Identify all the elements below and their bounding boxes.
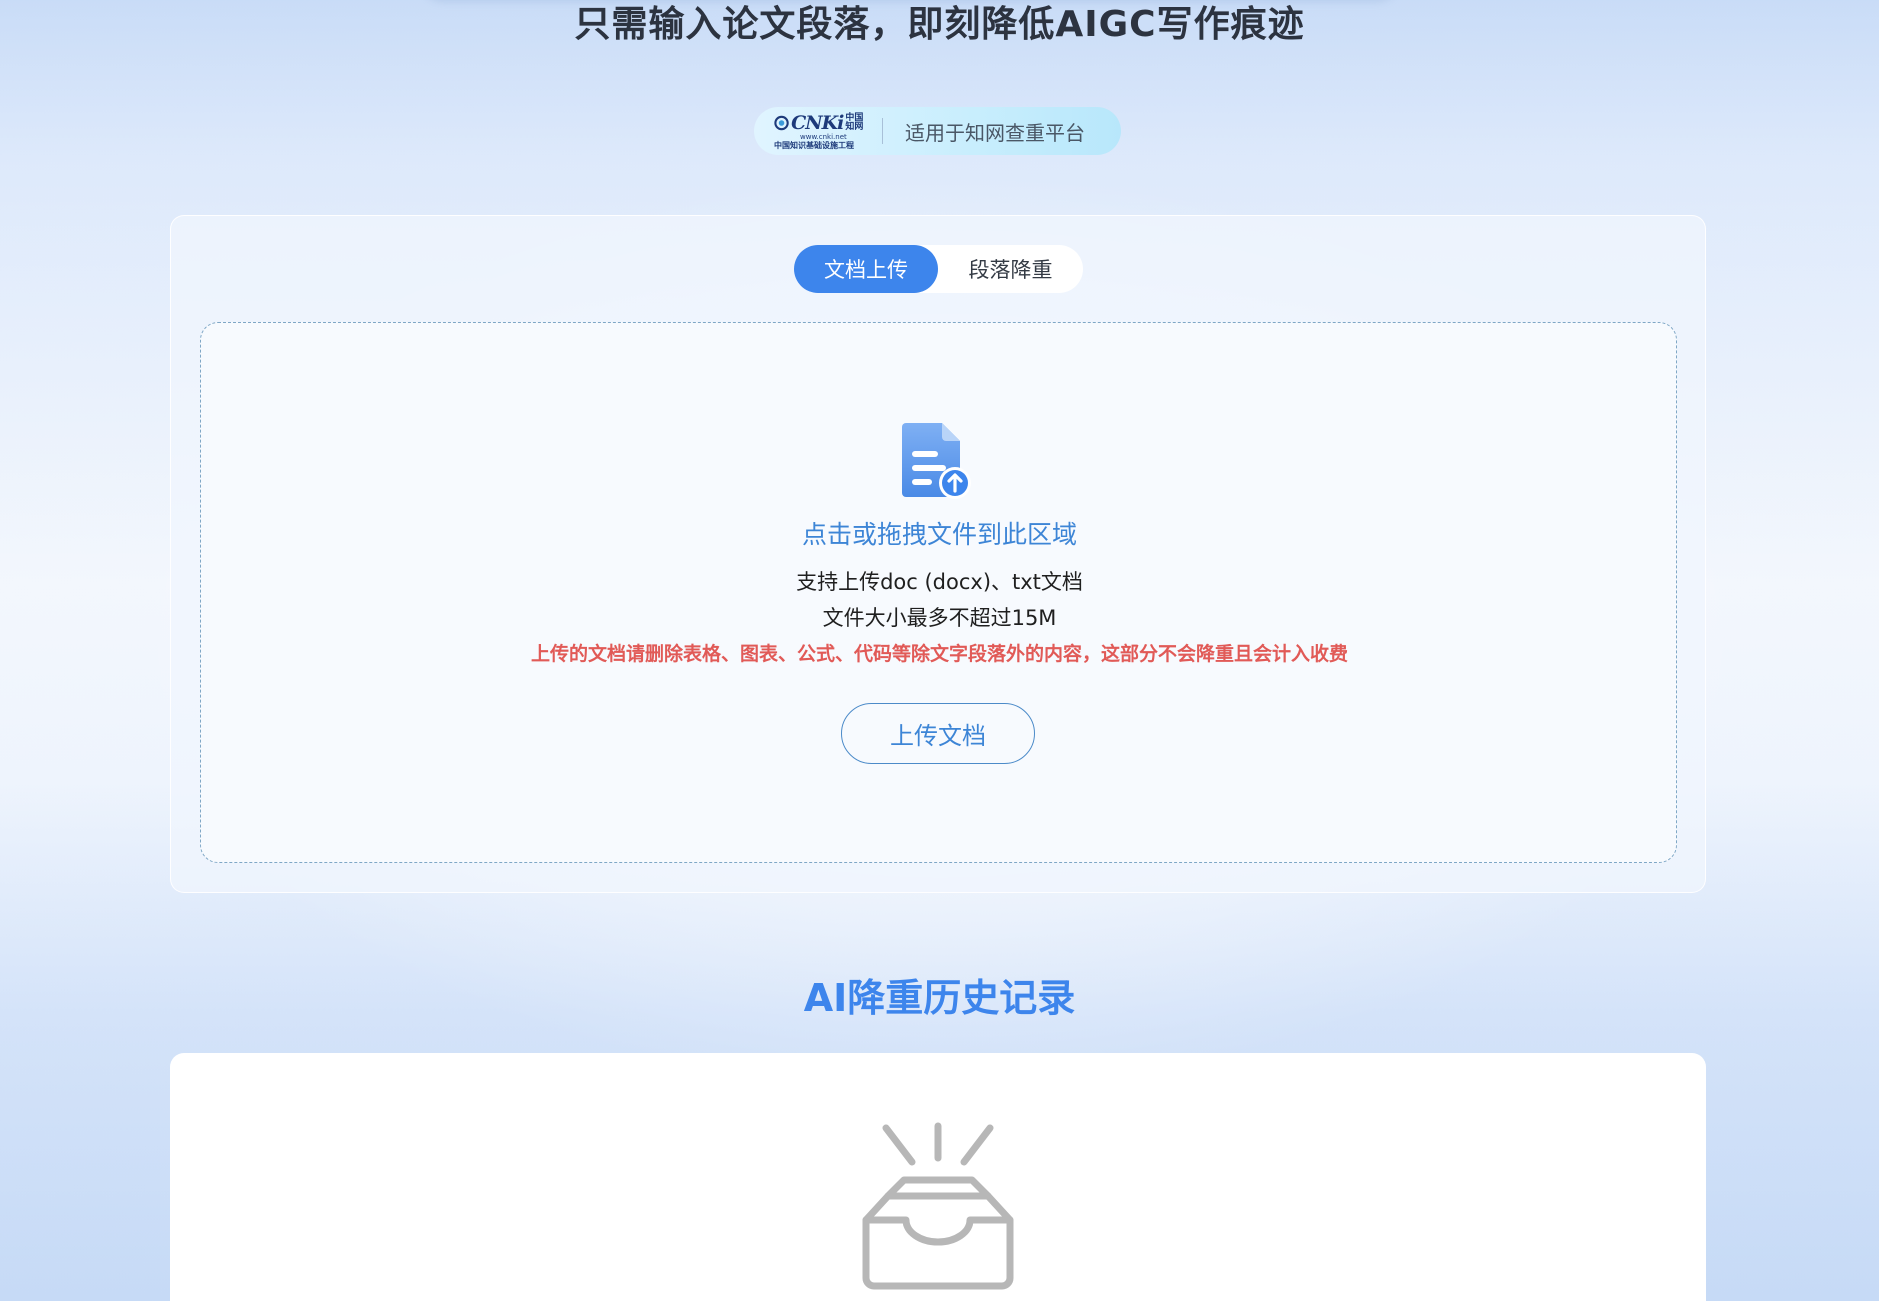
page-headline: 只需输入论文段落，即刻降低AIGC写作痕迹 [574, 4, 1305, 45]
cnki-logo: CNKi 中国知网 www.cnki.net 中国知识基础设施工程 [774, 112, 870, 150]
cnki-globe-icon [774, 115, 789, 131]
platform-badge: CNKi 中国知网 www.cnki.net 中国知识基础设施工程 适用于知网查… [754, 107, 1121, 155]
cnki-logo-sub: 中国知识基础设施工程 [774, 141, 854, 150]
history-section-title: AI降重历史记录 [803, 976, 1076, 1020]
file-upload-icon [902, 423, 971, 499]
badge-divider [882, 118, 883, 144]
supported-formats-text: 支持上传doc (docx)、txt文档 [796, 570, 1083, 594]
cnki-logo-url: www.cnki.net [800, 133, 847, 141]
tab-document-upload[interactable]: 文档上传 [794, 245, 938, 293]
tab-paragraph-rewrite[interactable]: 段落降重 [938, 245, 1083, 293]
mode-tabs: 文档上传 段落降重 [794, 245, 1083, 293]
file-size-limit-text: 文件大小最多不超过15M [822, 606, 1057, 630]
platform-badge-text: 适用于知网查重平台 [905, 120, 1085, 145]
cnki-logo-text: CNKi [791, 112, 844, 134]
upload-document-button[interactable]: 上传文档 [841, 703, 1035, 764]
cnki-logo-cn: 中国知网 [845, 113, 864, 132]
dropzone-title: 点击或拖拽文件到此区域 [801, 520, 1077, 549]
upload-warning-text: 上传的文档请删除表格、图表、公式、代码等除文字段落外的内容，这部分不会降重且会计… [530, 643, 1348, 665]
empty-inbox-icon [862, 1122, 1014, 1290]
